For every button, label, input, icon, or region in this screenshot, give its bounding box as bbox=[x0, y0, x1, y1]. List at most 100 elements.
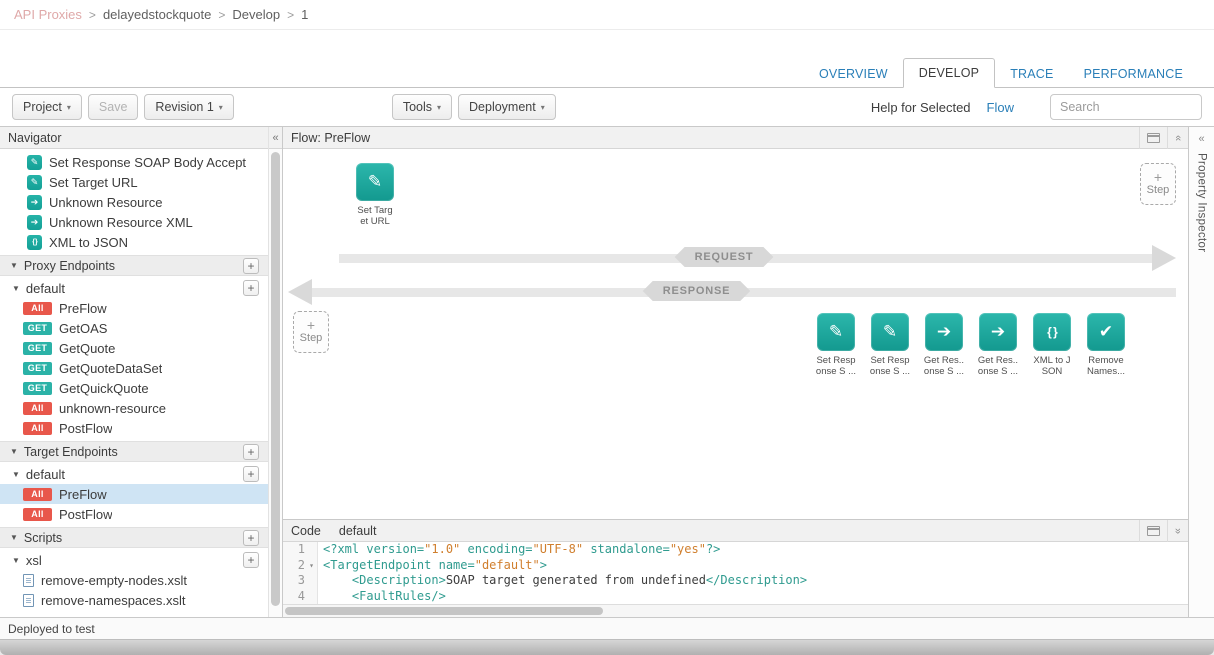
line-number: 2 bbox=[283, 558, 306, 574]
panel-layout-icon bbox=[1147, 133, 1160, 143]
breadcrumb-item[interactable]: 1 bbox=[301, 7, 308, 22]
plus-icon: + bbox=[1154, 172, 1162, 183]
revision-button[interactable]: Revision 1 ▾ bbox=[144, 94, 233, 120]
add-button[interactable]: + bbox=[243, 466, 259, 482]
policy-label: Unknown Resource bbox=[49, 195, 162, 210]
step-label: Get Res..onse S ... bbox=[978, 355, 1018, 377]
code-token: "1.0" bbox=[424, 542, 460, 556]
policy-item[interactable]: { }XML to JSON bbox=[0, 232, 268, 252]
disclosure-triangle-icon: ▼ bbox=[12, 556, 20, 565]
collapse-flow-panel-button[interactable]: « bbox=[1167, 127, 1188, 149]
group-title: default bbox=[26, 467, 243, 482]
code-editor[interactable]: 1<?xml version="1.0" encoding="UTF-8" st… bbox=[283, 542, 1188, 604]
policy-item[interactable]: ➔Unknown Resource XML bbox=[0, 212, 268, 232]
app-window: API Proxies>delayedstockquote>Develop>1 … bbox=[0, 0, 1214, 655]
fold-icon bbox=[306, 573, 317, 589]
add-button[interactable]: + bbox=[243, 530, 259, 546]
code-content[interactable]: <Description>SOAP target generated from … bbox=[317, 573, 807, 589]
code-content[interactable]: <TargetEndpoint name="default"> bbox=[317, 558, 547, 574]
tab-performance[interactable]: PERFORMANCE bbox=[1069, 60, 1198, 88]
vertical-scrollbar-thumb[interactable] bbox=[271, 152, 280, 606]
endpoint-item[interactable]: AllPostFlow bbox=[0, 504, 268, 524]
add-button[interactable]: + bbox=[243, 280, 259, 296]
step-label: RemoveNames... bbox=[1087, 355, 1125, 377]
collapse-left-icon: « bbox=[272, 132, 278, 144]
collapse-code-panel-button[interactable]: « bbox=[1167, 520, 1188, 542]
flow-title: Flow: PreFlow bbox=[291, 131, 1139, 145]
response-band-label: RESPONSE bbox=[643, 281, 751, 301]
collapse-down-icon: « bbox=[1172, 527, 1184, 533]
code-token: "UTF-8" bbox=[533, 542, 584, 556]
tab-overview[interactable]: OVERVIEW bbox=[804, 60, 903, 88]
group-header[interactable]: ▼default+ bbox=[0, 464, 268, 484]
policy-item[interactable]: ➔Unknown Resource bbox=[0, 192, 268, 212]
policy-item[interactable]: ✎Set Response SOAP Body Accept bbox=[0, 152, 268, 172]
project-button[interactable]: Project ▾ bbox=[12, 94, 82, 120]
center-column: Flow: PreFlow « ✎Set Target URL + Step bbox=[283, 127, 1188, 617]
group-header[interactable]: ▼default+ bbox=[0, 278, 268, 298]
endpoint-item[interactable]: GETGetOAS bbox=[0, 318, 268, 338]
step-label: Set Response S ... bbox=[816, 355, 856, 377]
add-step-button[interactable]: + Step bbox=[293, 311, 329, 353]
code-tab-default[interactable]: default bbox=[339, 524, 1139, 538]
endpoint-item[interactable]: AllPreFlow bbox=[0, 298, 268, 318]
flow-step[interactable]: ✎Set Response S ... bbox=[812, 313, 860, 377]
add-button[interactable]: + bbox=[243, 258, 259, 274]
code-content[interactable]: <FaultRules/> bbox=[317, 589, 446, 605]
fold-icon[interactable]: ▾ bbox=[306, 558, 317, 574]
deployment-button[interactable]: Deployment ▾ bbox=[458, 94, 556, 120]
policy-label: Set Response SOAP Body Accept bbox=[49, 155, 246, 170]
request-band-label: REQUEST bbox=[675, 247, 774, 267]
endpoint-item[interactable]: GETGetQuote bbox=[0, 338, 268, 358]
tab-trace[interactable]: TRACE bbox=[995, 60, 1068, 88]
breadcrumb-separator: > bbox=[89, 8, 96, 22]
section-header[interactable]: ▼Target Endpoints+ bbox=[0, 441, 268, 462]
add-button[interactable]: + bbox=[243, 444, 259, 460]
endpoint-item[interactable]: remove-empty-nodes.xslt bbox=[0, 570, 268, 590]
flow-step[interactable]: ➔Get Res..onse S ... bbox=[920, 313, 968, 377]
breadcrumb-item[interactable]: delayedstockquote bbox=[103, 7, 211, 22]
section-header[interactable]: ▼Proxy Endpoints+ bbox=[0, 255, 268, 276]
code-token: name= bbox=[439, 558, 475, 572]
flow-step[interactable]: ➔Get Res..onse S ... bbox=[974, 313, 1022, 377]
collapse-navigator-button[interactable]: « bbox=[269, 127, 282, 149]
tools-button[interactable]: Tools ▾ bbox=[392, 94, 452, 120]
fold-icon bbox=[306, 589, 317, 605]
save-button[interactable]: Save bbox=[88, 94, 139, 120]
breadcrumb-item[interactable]: Develop bbox=[232, 7, 280, 22]
policy-label: Set Target URL bbox=[49, 175, 138, 190]
flow-step[interactable]: ✔RemoveNames... bbox=[1082, 313, 1130, 377]
response-steps: ✎Set Response S ...✎Set Response S ...➔G… bbox=[812, 313, 1130, 377]
section-header[interactable]: ▼Scripts+ bbox=[0, 527, 268, 548]
flow-step[interactable]: ✎Set Target URL bbox=[351, 163, 399, 227]
method-badge: GET bbox=[23, 342, 52, 355]
horizontal-scrollbar-thumb[interactable] bbox=[285, 607, 603, 615]
tab-bar: OVERVIEWDEVELOPTRACEPERFORMANCE bbox=[0, 58, 1214, 88]
endpoint-item[interactable]: Allunknown-resource bbox=[0, 398, 268, 418]
tab-develop[interactable]: DEVELOP bbox=[903, 58, 995, 88]
endpoint-item[interactable]: AllPreFlow bbox=[0, 484, 268, 504]
code-line: 2▾<TargetEndpoint name="default"> bbox=[283, 558, 1188, 574]
panel-layout-button[interactable] bbox=[1139, 520, 1167, 542]
add-button[interactable]: + bbox=[243, 552, 259, 568]
help-flow-link[interactable]: Flow bbox=[987, 100, 1014, 115]
code-content[interactable]: <?xml version="1.0" encoding="UTF-8" sta… bbox=[317, 542, 720, 558]
flow-step[interactable]: ✎Set Response S ... bbox=[866, 313, 914, 377]
disclosure-triangle-icon: ▼ bbox=[10, 533, 18, 542]
line-gutter: 3 bbox=[283, 573, 317, 589]
method-badge: All bbox=[23, 302, 52, 315]
endpoint-item[interactable]: remove-namespaces.xslt bbox=[0, 590, 268, 610]
breadcrumb-item[interactable]: API Proxies bbox=[14, 7, 82, 22]
code-token: <FaultRules/> bbox=[323, 589, 446, 603]
flow-step[interactable]: { }XML to JSON bbox=[1028, 313, 1076, 377]
search-input[interactable] bbox=[1050, 94, 1202, 120]
expand-property-inspector-button[interactable]: « bbox=[1198, 133, 1204, 145]
step-label: Set Target URL bbox=[357, 205, 392, 227]
endpoint-item[interactable]: AllPostFlow bbox=[0, 418, 268, 438]
endpoint-item[interactable]: GETGetQuickQuote bbox=[0, 378, 268, 398]
panel-layout-button[interactable] bbox=[1139, 127, 1167, 149]
group-header[interactable]: ▼xsl+ bbox=[0, 550, 268, 570]
add-step-button[interactable]: + Step bbox=[1140, 163, 1176, 205]
policy-item[interactable]: ✎Set Target URL bbox=[0, 172, 268, 192]
endpoint-item[interactable]: GETGetQuoteDataSet bbox=[0, 358, 268, 378]
